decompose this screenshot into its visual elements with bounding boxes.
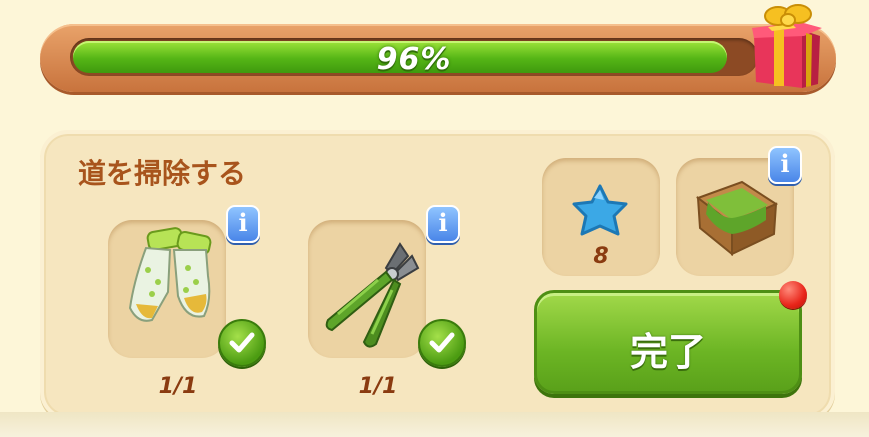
gift-box-icon[interactable] <box>748 0 824 90</box>
complete-button[interactable]: 完了 <box>534 290 802 394</box>
progress-bar: 96% <box>40 24 836 92</box>
progress-track: 96% <box>70 38 758 77</box>
tool-slot-shears[interactable] <box>308 220 426 358</box>
tool-slot-gloves[interactable] <box>108 220 226 358</box>
gloves-check-icon <box>218 319 266 367</box>
gloves-info-icon[interactable]: i <box>226 205 260 243</box>
shears-check-icon <box>418 319 466 367</box>
progress-percent: 96% <box>376 42 452 77</box>
gardening-gloves-icon <box>128 227 212 322</box>
crate-info-icon[interactable]: i <box>768 146 802 184</box>
gloves-count: 1/1 <box>158 374 198 399</box>
star-count: 8 <box>593 244 609 269</box>
complete-button-label: 完了 <box>629 330 706 374</box>
pruning-shears-icon <box>325 242 420 348</box>
shears-count: 1/1 <box>358 374 398 399</box>
bottom-strip <box>0 412 869 437</box>
shears-info-icon[interactable]: i <box>426 205 460 243</box>
notification-dot <box>779 281 807 309</box>
task-title: 道を掃除する <box>78 157 247 190</box>
